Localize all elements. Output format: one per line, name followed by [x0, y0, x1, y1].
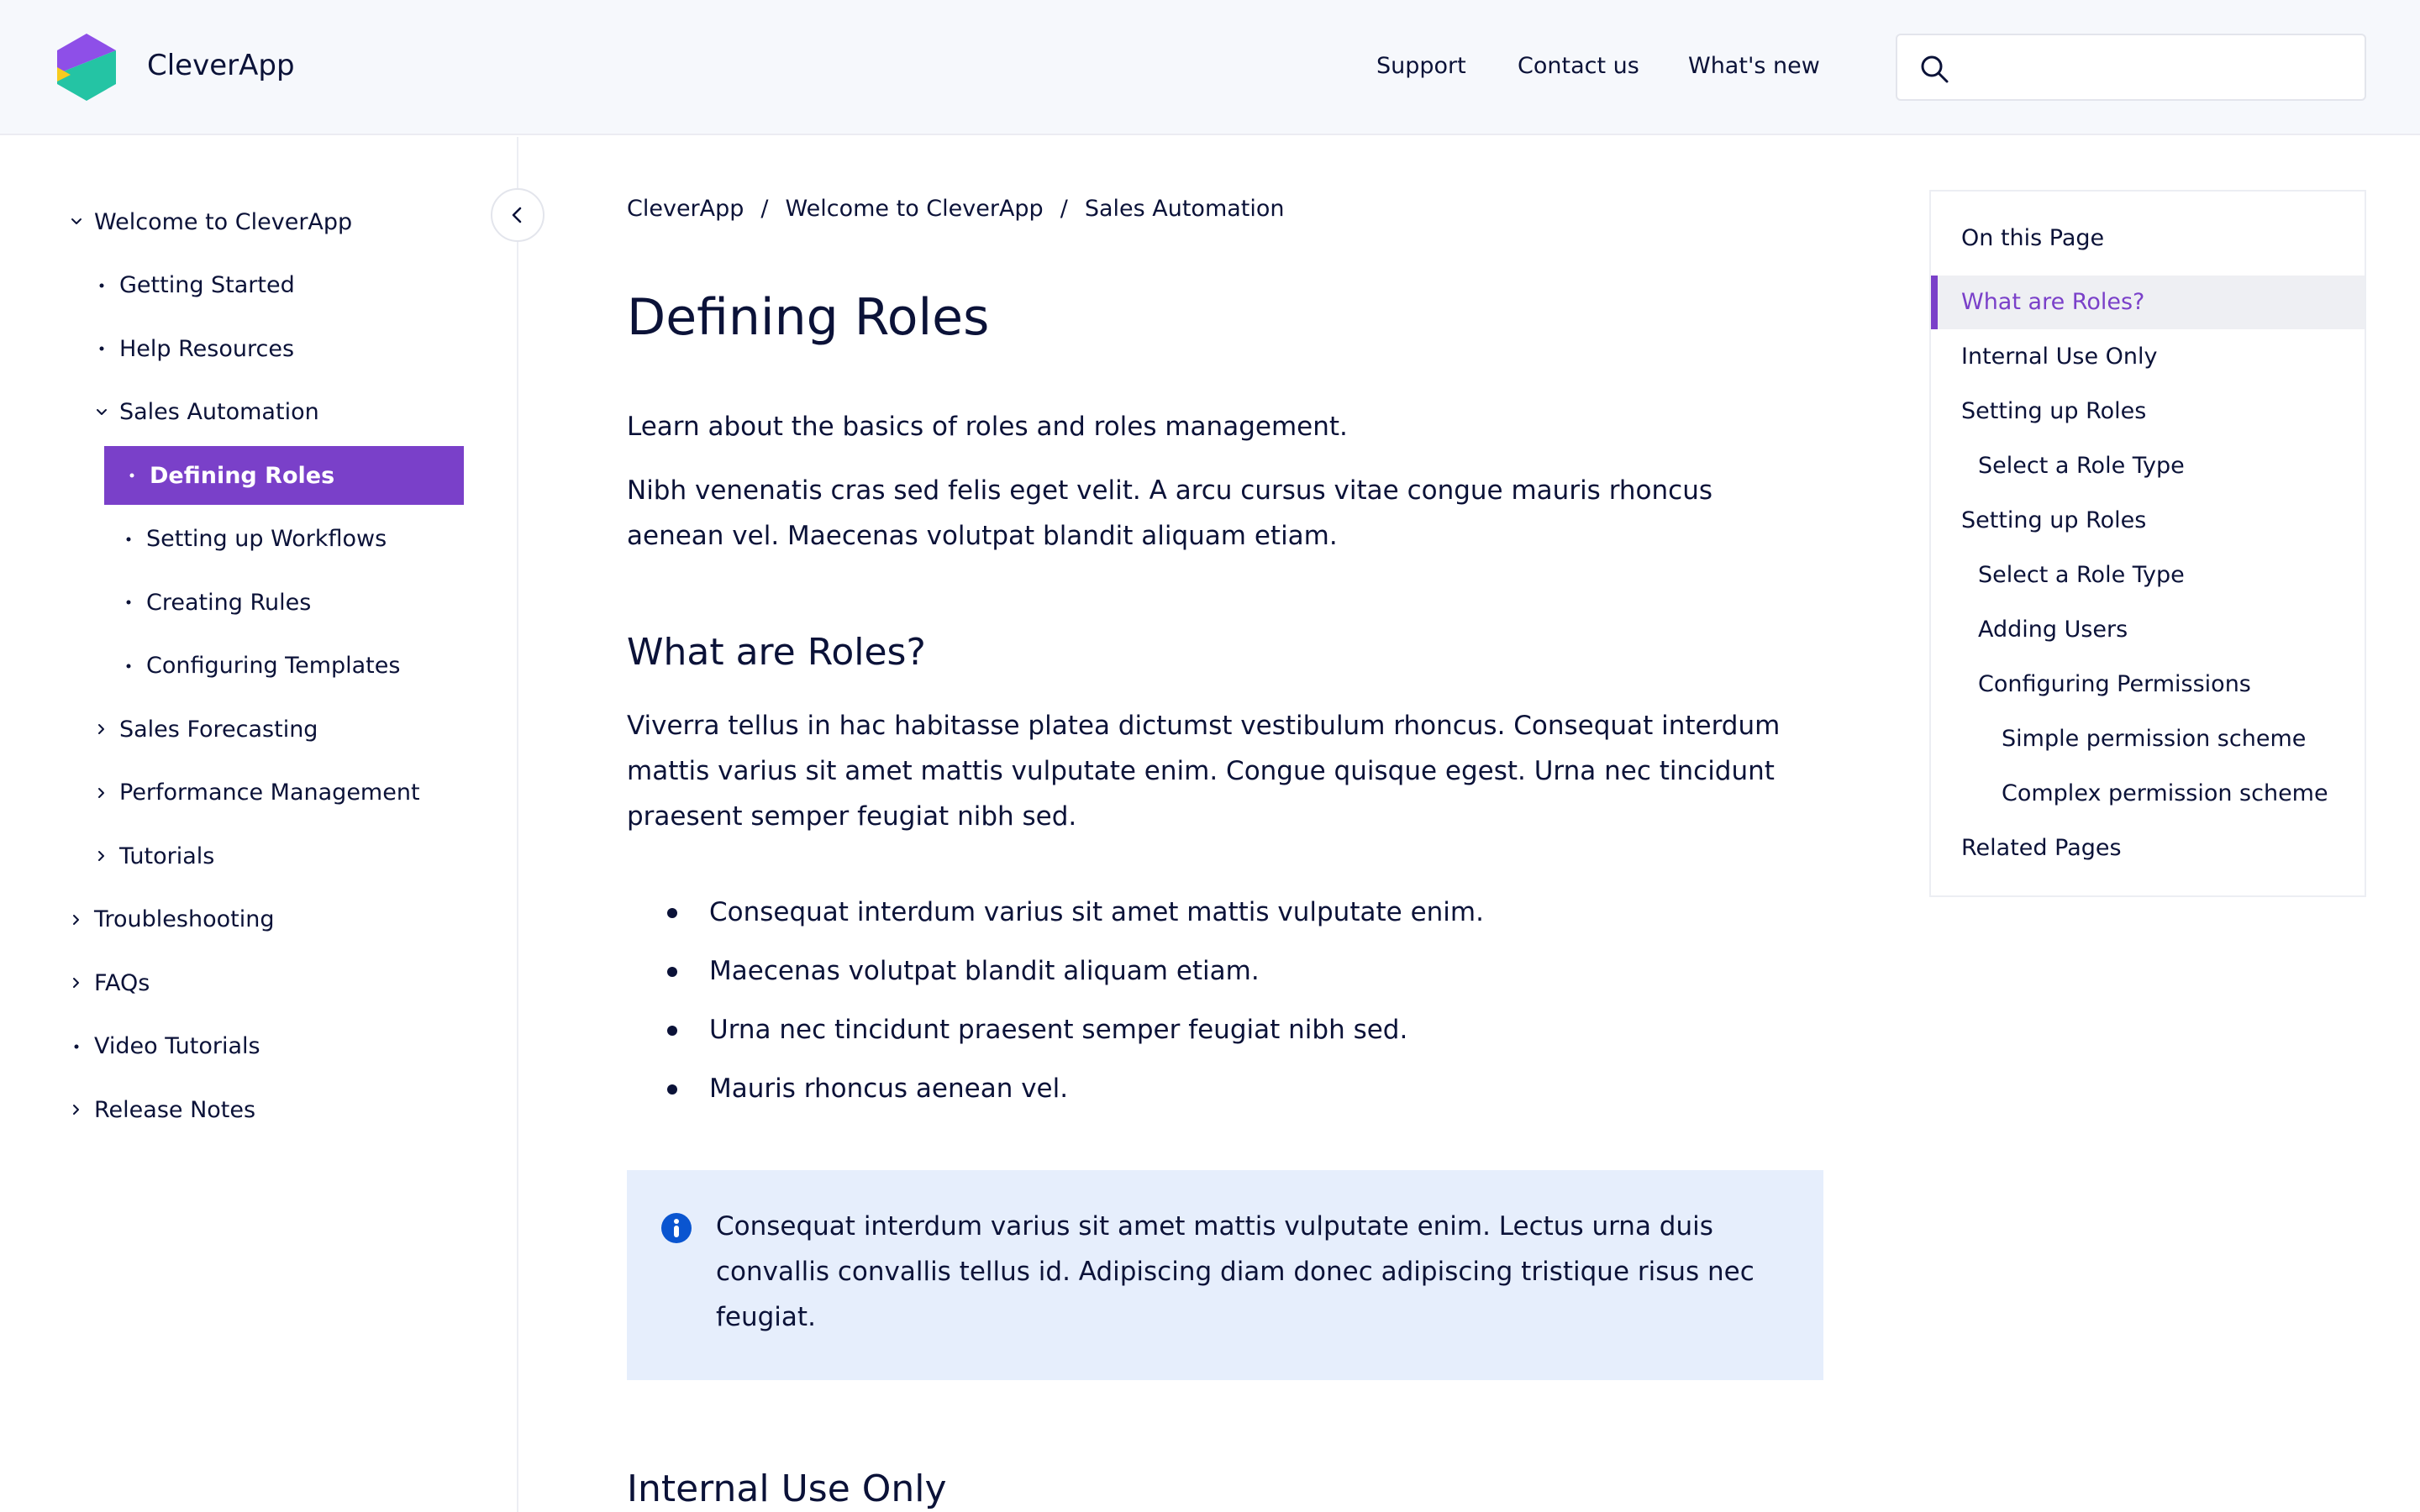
list-item: Consequat interdum varius sit amet matti… [667, 883, 1484, 942]
bullet-icon [667, 1084, 677, 1095]
sidebar-item-label: Sales Automation [119, 399, 319, 425]
toc-item[interactable]: Internal Use Only [1931, 330, 2365, 384]
search-icon [1921, 55, 1949, 83]
bullet-icon [116, 536, 141, 543]
toc-item[interactable]: Simple permission scheme [1931, 712, 2365, 766]
sidebar-item[interactable]: Troubleshooting [64, 890, 274, 949]
toc-item[interactable]: What are Roles? [1931, 276, 2365, 329]
chevron-down-icon [64, 215, 89, 228]
sidebar-item-label: Performance Management [119, 780, 420, 806]
bullet-icon [667, 1026, 677, 1036]
toc-item[interactable]: Configuring Permissions [1931, 658, 2365, 711]
chevron-left-icon [512, 207, 522, 223]
toc-item[interactable]: Setting up Roles [1931, 385, 2365, 438]
sidebar-item-label: Setting up Workflows [146, 526, 387, 552]
list-item: Urna nec tincidunt praesent semper feugi… [667, 1000, 1484, 1059]
sidebar-item[interactable]: Release Notes [64, 1080, 255, 1139]
top-header: CleverApp Support Contact us What's new [0, 0, 2420, 135]
bullet-icon [89, 345, 114, 352]
breadcrumb-separator: / [760, 196, 769, 222]
list-item: Maecenas volutpat blandit aliquam etiam. [667, 942, 1484, 1000]
sidebar-nav: Welcome to CleverApp Getting Started Help … [0, 137, 518, 1512]
section-paragraph: Viverra tellus in hac habitasse platea d… [627, 711, 1781, 832]
chevron-right-icon [64, 1103, 89, 1116]
sidebar-item-label: Release Notes [94, 1096, 256, 1123]
bullet-icon [667, 908, 677, 918]
collapse-sidebar-button[interactable] [491, 188, 544, 242]
sidebar-item[interactable]: Video Tutorials [64, 1017, 260, 1076]
search-box[interactable] [1896, 34, 2366, 101]
sidebar-item-label: Sales Forecasting [119, 716, 318, 743]
sidebar-item[interactable]: Performance Management [89, 764, 420, 822]
bullet-icon [667, 967, 677, 977]
breadcrumb-item[interactable]: Welcome to CleverApp [786, 196, 1044, 222]
chevron-right-icon [64, 976, 89, 990]
sidebar-item[interactable]: Sales Forecasting [89, 700, 318, 759]
sidebar-item[interactable]: Sales Automation [89, 383, 319, 442]
toc-item[interactable]: Adding Users [1931, 603, 2365, 657]
toc-item[interactable]: Select a Role Type [1931, 549, 2365, 602]
breadcrumb-separator: / [1060, 196, 1068, 222]
bullet-icon [116, 663, 141, 669]
toc-item[interactable]: Complex permission scheme [1931, 767, 2365, 821]
sidebar-item-label: Help Resources [119, 335, 295, 362]
nav-whats-new-link[interactable]: What's new [1688, 53, 1820, 79]
sidebar-item-label: Tutorials [119, 843, 215, 869]
brand-name[interactable]: CleverApp [147, 49, 295, 82]
section-heading-what-are-roles: What are Roles? [627, 631, 926, 674]
toc-item[interactable]: Setting up Roles [1931, 494, 2365, 548]
sidebar-item-label: Getting Started [119, 272, 295, 298]
on-this-page-panel: On this Page What are Roles? Internal Use… [1929, 190, 2366, 897]
cleverapp-logo-icon[interactable] [57, 34, 116, 101]
breadcrumb: CleverApp / Welcome to CleverApp / Sales Aut… [627, 196, 1285, 222]
intro-paragraph: Nibh venenatis cras sed felis eget velit… [627, 475, 1712, 551]
sidebar-item[interactable]: Getting Started [89, 256, 295, 315]
sidebar-item[interactable]: Defining Roles [104, 446, 464, 505]
chevron-right-icon [64, 913, 89, 927]
bullet-icon [116, 599, 141, 606]
bullet-icon [64, 1043, 89, 1050]
page-title: Defining Roles [627, 288, 990, 347]
nav-contact-link[interactable]: Contact us [1518, 53, 1639, 79]
section-heading-internal-use-only: Internal Use Only [627, 1467, 947, 1510]
chevron-right-icon [89, 722, 114, 736]
sidebar-item-label: FAQs [94, 969, 150, 996]
sidebar-item[interactable]: Creating Rules [116, 573, 311, 632]
lead-paragraph: Learn about the basics of roles and role… [627, 412, 1348, 442]
sidebar-item-label: Creating Rules [146, 589, 312, 616]
bullet-list: Consequat interdum varius sit amet matti… [667, 883, 1484, 1118]
search-input[interactable] [1965, 44, 2351, 91]
sidebar-item-label: Troubleshooting [94, 906, 275, 932]
sidebar-item[interactable]: Help Resources [89, 319, 294, 378]
sidebar-item[interactable]: Welcome to CleverApp [64, 192, 352, 251]
sidebar-item[interactable]: FAQs [64, 953, 150, 1012]
sidebar-item-label: Defining Roles [150, 462, 335, 489]
bullet-icon [89, 282, 114, 289]
toc-item[interactable]: Select a Role Type [1931, 439, 2365, 493]
sidebar-item-label: Configuring Templates [146, 653, 401, 679]
info-callout: Consequat interdum varius sit amet matti… [627, 1170, 1823, 1380]
callout-text: Consequat interdum varius sit amet matti… [716, 1211, 1754, 1332]
breadcrumb-item[interactable]: Sales Automation [1085, 196, 1285, 222]
bullet-icon [119, 472, 145, 479]
sidebar-item-label: Video Tutorials [94, 1033, 260, 1059]
sidebar-item-label: Welcome to CleverApp [94, 208, 353, 235]
toc-title: On this Page [1961, 225, 2105, 251]
chevron-right-icon [89, 786, 114, 800]
chevron-right-icon [89, 849, 114, 863]
sidebar-item[interactable]: Configuring Templates [116, 637, 400, 696]
sidebar-item[interactable]: Tutorials [89, 827, 214, 885]
info-icon [661, 1213, 692, 1243]
nav-support-link[interactable]: Support [1376, 53, 1466, 79]
list-item: Mauris rhoncus aenean vel. [667, 1059, 1484, 1118]
chevron-down-icon [89, 406, 114, 419]
breadcrumb-item[interactable]: CleverApp [627, 196, 744, 222]
sidebar-item[interactable]: Setting up Workflows [116, 510, 387, 569]
toc-item[interactable]: Related Pages [1931, 822, 2365, 875]
